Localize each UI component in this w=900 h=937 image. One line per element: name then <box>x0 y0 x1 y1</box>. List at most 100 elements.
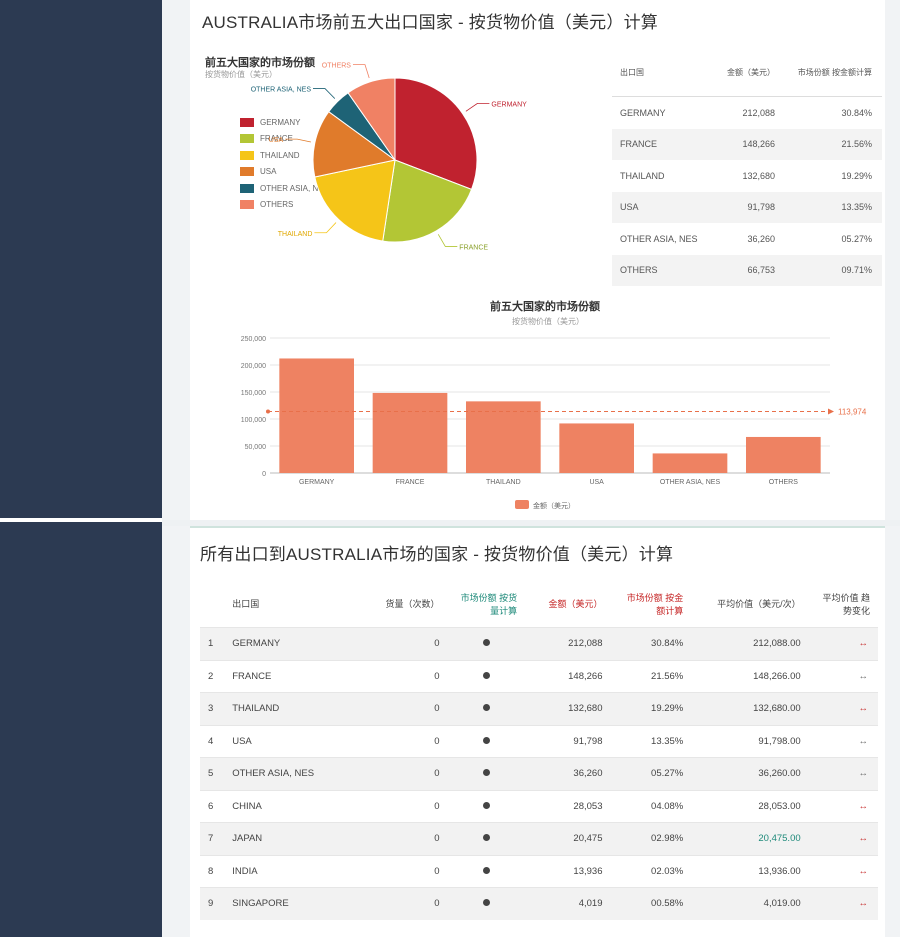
row-avg: 20,475.00 <box>691 822 809 855</box>
page-gutter-left <box>162 0 190 937</box>
table-header-value-share[interactable]: 市场份额 按金额计算 <box>610 582 691 628</box>
row-count: 0 <box>351 789 448 823</box>
bar-y-tick-label: 200,000 <box>241 363 266 370</box>
table-header-value[interactable]: 金额（美元） <box>525 582 610 628</box>
row-value: 212,088 <box>525 627 611 660</box>
share-country-cell: OTHERS <box>612 254 717 286</box>
share-value-cell: 66,753 <box>716 254 786 286</box>
row-count: 0 <box>351 757 448 790</box>
row-index: 7 <box>200 822 229 855</box>
share-value-cell: 36,260 <box>747 233 776 244</box>
share-country-cell: THAILAND <box>620 170 665 181</box>
bar-x-label: FRANCE <box>396 479 425 486</box>
row-value-share: 19.29% <box>610 692 692 725</box>
row-trend-icon: ↔ <box>808 887 878 920</box>
row-value: 148,266 <box>525 659 611 693</box>
row-value-share: 05.27% <box>610 757 692 790</box>
row-trend-icon: ↔ <box>808 854 878 888</box>
bar-x-label: THAILAND <box>486 479 521 486</box>
table-header-count-share[interactable]: 市场份额 按货量计算 <box>448 582 526 628</box>
bar-france[interactable] <box>372 392 448 473</box>
row-value-share: 21.56% <box>610 659 692 693</box>
row-count-share-dot <box>447 724 526 758</box>
row-count: 0 <box>351 854 448 888</box>
bar-y-tick-label: 250,000 <box>241 336 266 343</box>
row-trend-icon: ↔ <box>808 789 878 823</box>
row-avg: 13,936.00 <box>691 854 809 888</box>
bar-others[interactable] <box>746 436 821 473</box>
pie-label-line <box>314 222 337 234</box>
row-count-share-dot <box>447 822 526 855</box>
share-value-cell: 91,798 <box>716 191 786 223</box>
table-row[interactable]: 7 JAPAN 0 20,475 02.98% 20,475.00 ↔ <box>200 822 878 855</box>
table-row[interactable]: 9 SINGAPORE 0 4,019 00.58% 4,019.00 ↔ <box>200 887 878 920</box>
table-row[interactable]: 6 CHINA 0 28,053 04.08% 28,053.00 ↔ <box>200 789 878 823</box>
table-header-avg-trend[interactable]: 平均价值 趋势变化 <box>809 582 878 628</box>
bar-x-label: USA <box>589 479 604 486</box>
share-table-row[interactable]: FRANCE 148,266 21.56% <box>612 128 882 160</box>
table-row[interactable]: 5 OTHER ASIA, NES 0 36,260 05.27% 36,260.00 ↔ <box>200 757 878 790</box>
table-row[interactable]: 2 FRANCE 0 148,266 21.56% 148,266.00 ↔ <box>200 659 878 693</box>
row-trend-icon: ↔ <box>808 659 878 693</box>
row-index: 5 <box>200 757 229 790</box>
top-five-card-title: AUSTRALIA市场前五大出口国家 - 按货物价值（美元）计算 <box>202 13 658 32</box>
row-country: THAILAND <box>228 692 352 725</box>
table-row[interactable]: 8 INDIA 0 13,936 02.03% 13,936.00 ↔ <box>200 854 878 888</box>
row-count: 0 <box>351 822 448 855</box>
row-trend-icon: ↔ <box>808 692 878 725</box>
table-row[interactable]: 3 THAILAND 0 132,680 19.29% 132,680.00 ↔ <box>200 692 878 725</box>
table-header-country[interactable]: 出口国 <box>228 582 351 628</box>
pie-chart: GERMANY FRANCE THAILAND USA OTHER ASIA, NES O… <box>251 63 527 252</box>
row-count-share-dot <box>447 887 526 920</box>
share-dot-icon <box>482 736 490 744</box>
row-count: 0 <box>351 627 448 660</box>
share-dot-icon <box>482 671 490 679</box>
table-header-count[interactable]: 货量（次数） <box>351 582 447 628</box>
row-value-share: 02.98% <box>610 822 692 855</box>
row-index: 6 <box>200 789 229 823</box>
row-avg: 36,260.00 <box>691 757 809 790</box>
row-avg: 28,053.00 <box>691 789 809 823</box>
page-gutter-right <box>885 0 900 937</box>
share-percent-cell: 09.71% <box>785 254 882 286</box>
table-header-avg[interactable]: 平均价值（美元/次） <box>691 582 808 628</box>
share-table-row[interactable]: OTHERS 66,753 09.71% <box>612 254 882 286</box>
pie-slice-label: FRANCE <box>459 244 488 251</box>
row-country: SINGAPORE <box>228 887 352 920</box>
bar-y-tick-label: 100,000 <box>241 417 266 424</box>
share-percent-cell: 05.27% <box>841 233 872 244</box>
share-table-row[interactable]: USA 91,798 13.35% <box>612 191 882 223</box>
table-row[interactable]: 1 GERMANY 0 212,088 30.84% 212,088.00 ↔ <box>200 627 878 660</box>
bar-average-label: 113,974 <box>838 407 867 416</box>
share-dot-icon <box>482 834 490 842</box>
row-count: 0 <box>351 659 448 693</box>
row-trend-icon: ↔ <box>808 757 878 790</box>
row-value-share: 00.58% <box>610 887 692 920</box>
row-count-share-dot <box>447 854 526 888</box>
bar-germany[interactable] <box>279 358 354 473</box>
share-table-row[interactable]: OTHER ASIA, NES 36,260 05.27% <box>612 223 882 255</box>
bar-usa[interactable] <box>559 423 634 473</box>
row-index: 3 <box>200 692 229 725</box>
bar-other-asia-nes[interactable] <box>652 453 728 473</box>
share-dot-icon <box>482 704 490 712</box>
share-table-row[interactable]: THAILAND 132,680 19.29% <box>612 160 882 192</box>
share-table-row[interactable]: GERMANY 212,088 30.84% <box>612 97 882 129</box>
bar-chart: 0 50,000 100,000 150,000 200,000 250,000 GERM… <box>241 336 867 510</box>
pie-slice-label: THAILAND <box>278 231 313 238</box>
pie-label-line <box>352 64 370 79</box>
row-avg: 212,088.00 <box>691 627 809 660</box>
bar-legend-swatch[interactable] <box>515 500 529 509</box>
share-percent-cell: 30.84% <box>841 107 872 118</box>
row-value-share: 30.84% <box>610 627 692 660</box>
pie-slice-label: OTHER ASIA, NES <box>251 87 312 94</box>
row-index: 9 <box>200 887 229 920</box>
share-dot-icon <box>482 899 490 907</box>
left-sidebar <box>0 0 162 937</box>
row-country: CHINA <box>228 789 352 823</box>
row-country: OTHER ASIA, NES <box>228 757 352 790</box>
row-count-share-dot <box>447 692 526 725</box>
row-country: GERMANY <box>228 627 352 660</box>
bar-thailand[interactable] <box>466 401 541 473</box>
table-row[interactable]: 4 USA 0 91,798 13.35% 91,798.00 ↔ <box>200 724 878 758</box>
